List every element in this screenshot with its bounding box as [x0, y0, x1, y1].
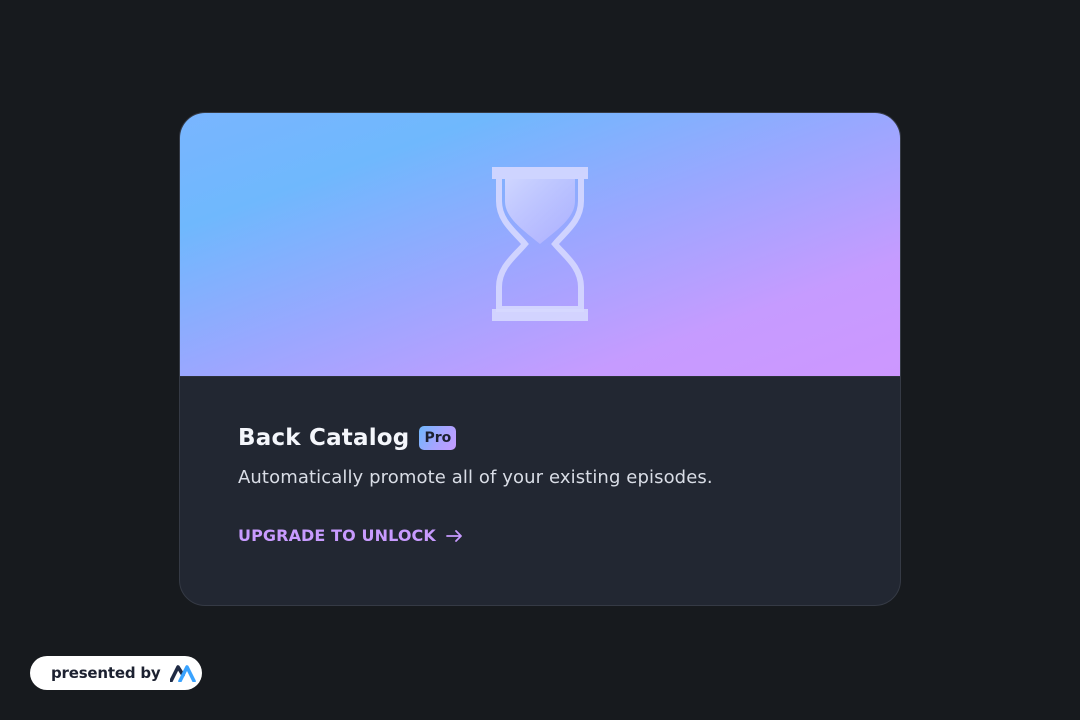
- feature-card: Back Catalog Pro Automatically promote a…: [179, 112, 901, 606]
- card-body: Back Catalog Pro Automatically promote a…: [238, 423, 842, 545]
- presented-by-badge[interactable]: presented by: [30, 656, 202, 690]
- pro-badge: Pro: [419, 426, 457, 450]
- presented-by-label: presented by: [51, 664, 161, 682]
- arrow-right-icon: [445, 529, 462, 542]
- upgrade-to-unlock-link[interactable]: UPGRADE TO UNLOCK: [238, 526, 464, 545]
- title-row: Back Catalog Pro: [238, 423, 842, 453]
- brand-logo-icon: [169, 665, 196, 682]
- hourglass-icon: [492, 167, 588, 321]
- hero-banner: [180, 113, 900, 377]
- card-description: Automatically promote all of your existi…: [238, 467, 713, 488]
- card-title: Back Catalog: [238, 425, 410, 451]
- upgrade-link-label: UPGRADE TO UNLOCK: [238, 526, 436, 545]
